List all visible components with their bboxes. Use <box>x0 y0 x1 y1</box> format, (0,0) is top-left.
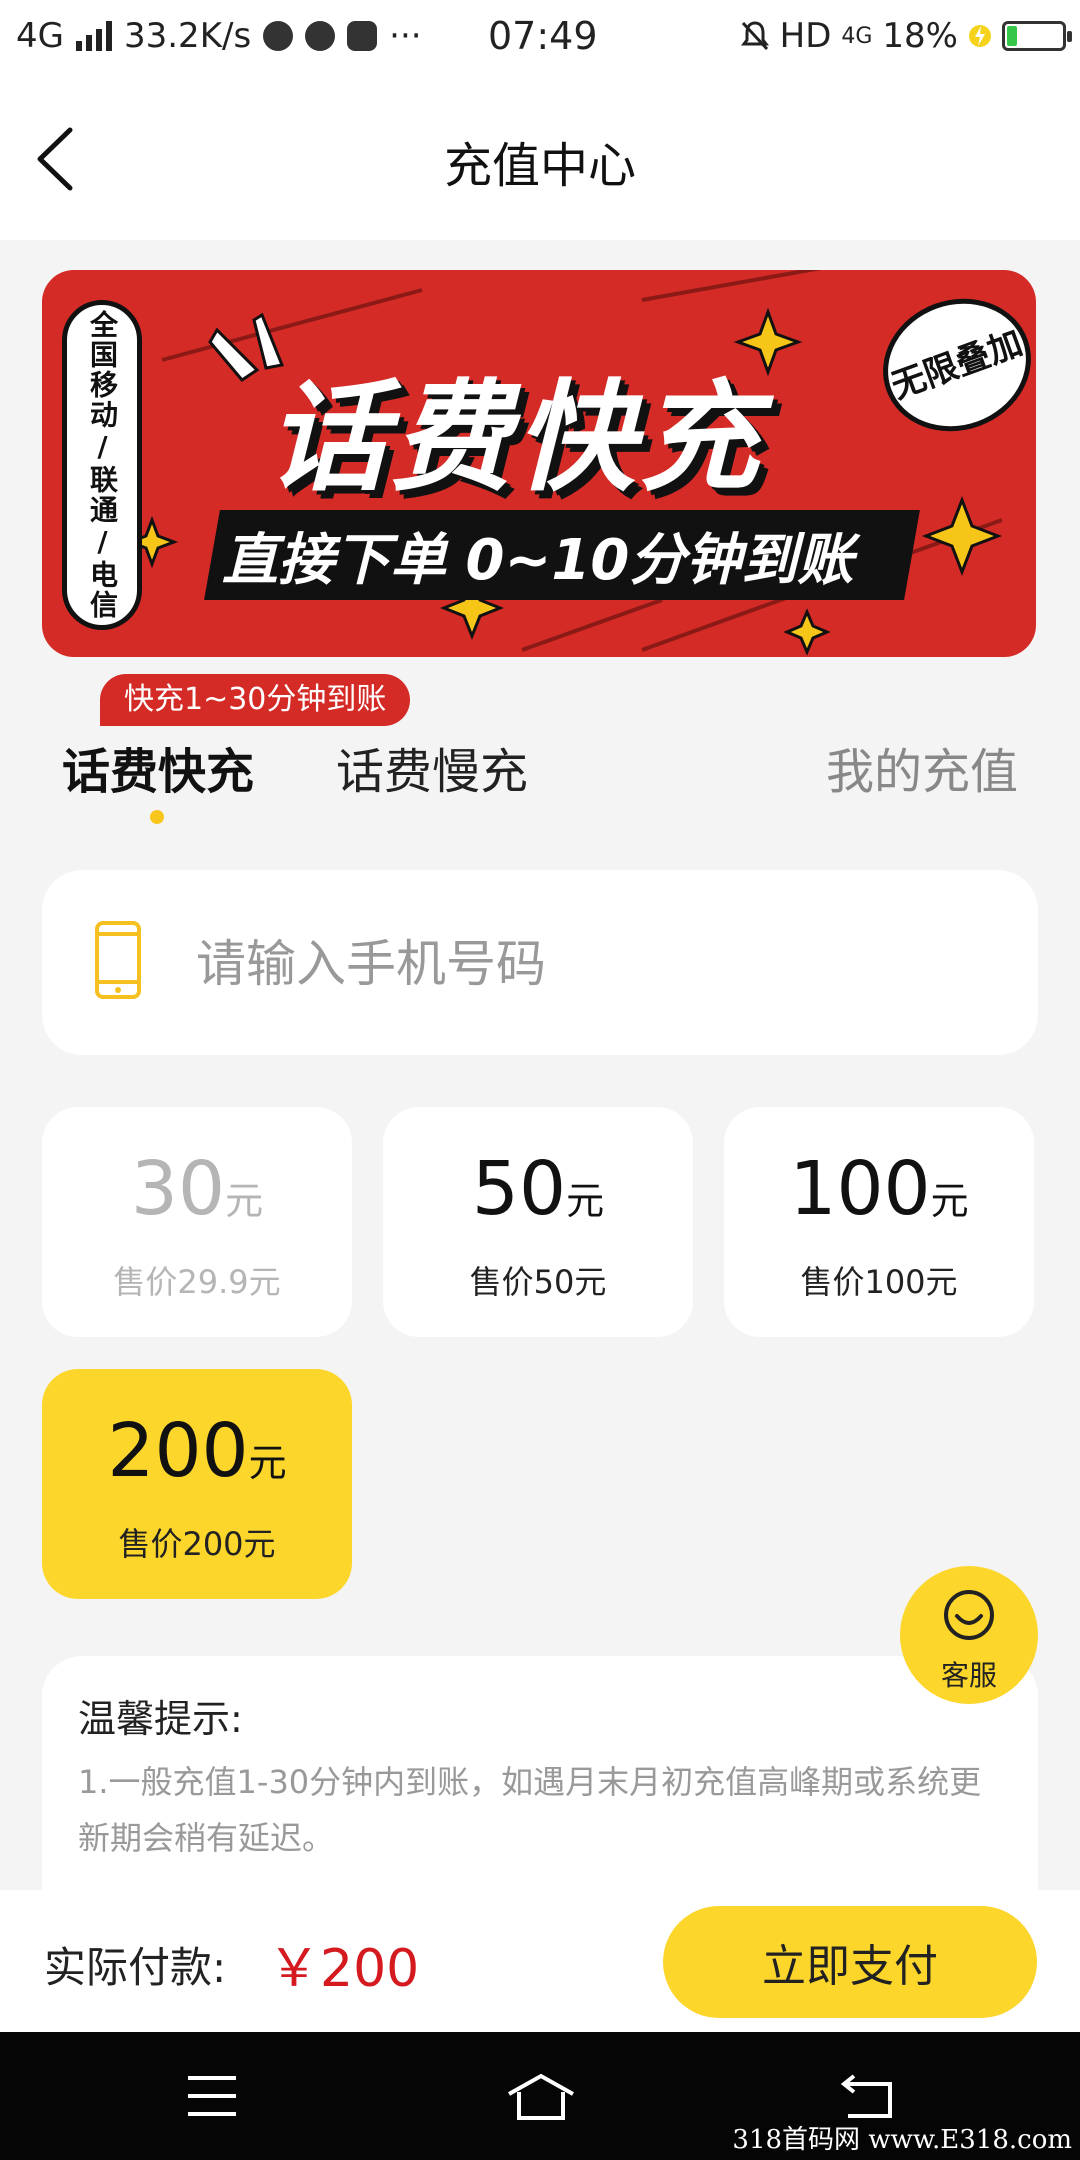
network-right-label: 4G <box>841 23 873 49</box>
tips-card: 温馨提示: 1.一般充值1-30分钟内到账，如遇月末月初充值高峰期或系统更新期会… <box>42 1656 1038 1896</box>
tab-my-recharge[interactable]: 我的充值 <box>826 732 1018 802</box>
phone-input-card <box>42 870 1038 1055</box>
carrier-label: 全国移动/联通/电信 <box>62 300 142 630</box>
payment-bar: 实际付款: ￥200 立即支付 <box>0 1890 1080 2032</box>
charging-icon <box>969 25 991 47</box>
menu-icon[interactable] <box>186 2074 238 2118</box>
mobile-phone-icon <box>95 921 141 999</box>
battery-percent: 18% <box>882 16 958 56</box>
amount-price: 售价100元 <box>800 1263 958 1301</box>
amount-price: 售价50元 <box>469 1263 607 1301</box>
title-bar: 充值中心 <box>0 76 1080 240</box>
hd-label: HD <box>779 16 832 56</box>
wechat-icon <box>305 21 336 51</box>
message-icon <box>347 21 378 51</box>
customer-service-label: 客服 <box>940 1659 997 1692</box>
signal-icon <box>75 21 112 51</box>
qq-icon <box>263 21 294 51</box>
mute-bell-icon <box>740 21 769 51</box>
home-icon[interactable] <box>505 2072 577 2122</box>
customer-service-button[interactable]: 客服 <box>900 1566 1038 1704</box>
banner-headline: 话费快充 <box>267 369 763 508</box>
network-speed: 33.2K/s <box>123 16 252 56</box>
amount-option-30[interactable]: 30元 售价29.9元 <box>42 1107 352 1337</box>
amount-price: 售价200元 <box>118 1525 276 1563</box>
amount-price: 售价29.9元 <box>113 1263 281 1301</box>
tab-slow-recharge[interactable]: 话费慢充 <box>336 732 528 802</box>
amount-unit: 元 <box>248 1441 287 1485</box>
actual-payment-amount: ￥200 <box>268 1939 420 1999</box>
more-notifications: ··· <box>389 16 422 56</box>
amount-unit: 元 <box>930 1179 969 1223</box>
clock: 07:49 <box>488 14 598 58</box>
amount-unit: 元 <box>566 1179 605 1223</box>
smile-chat-icon <box>944 1590 994 1640</box>
tips-text: 1.一般充值1-30分钟内到账，如遇月末月初充值高峰期或系统更新期会稍有延迟。 <box>78 1763 982 1857</box>
actual-payment-label: 实际付款: <box>44 1943 227 1992</box>
amount-value: 100 <box>789 1146 931 1232</box>
pay-now-button[interactable]: 立即支付 <box>663 1906 1037 2018</box>
amount-value: 30 <box>130 1146 226 1232</box>
promo-banner[interactable]: 全国移动/联通/电信 话费快充 直接下单 0~10分钟到账 无限叠加 <box>42 270 1036 657</box>
network-label: 4G <box>16 16 64 56</box>
amount-option-100[interactable]: 100元 售价100元 <box>724 1107 1034 1337</box>
amount-value: 200 <box>107 1408 249 1494</box>
amount-option-50[interactable]: 50元 售价50元 <box>383 1107 693 1337</box>
tab-fast-recharge[interactable]: 话费快充 <box>62 732 254 802</box>
phone-number-input[interactable] <box>194 928 978 1000</box>
amount-value: 50 <box>471 1146 567 1232</box>
fast-charge-promo-badge: 快充1~30分钟到账 <box>100 674 411 726</box>
page-title: 充值中心 <box>443 138 636 194</box>
tips-title: 温馨提示: <box>78 1697 243 1741</box>
system-navigation-bar: 318首码网 www.E318.com <box>0 2032 1080 2160</box>
battery-icon <box>1002 21 1072 51</box>
active-tab-indicator <box>150 810 164 824</box>
status-bar: 4G 33.2K/s ··· 07:49 HD 4G 18% <box>0 0 1080 76</box>
banner-subline: 直接下单 0~10分钟到账 <box>222 528 854 593</box>
amount-unit: 元 <box>225 1179 264 1223</box>
amount-option-200[interactable]: 200元 售价200元 <box>42 1369 352 1599</box>
watermark: 318首码网 www.E318.com <box>732 2125 1072 2155</box>
back-icon[interactable] <box>840 2072 896 2120</box>
